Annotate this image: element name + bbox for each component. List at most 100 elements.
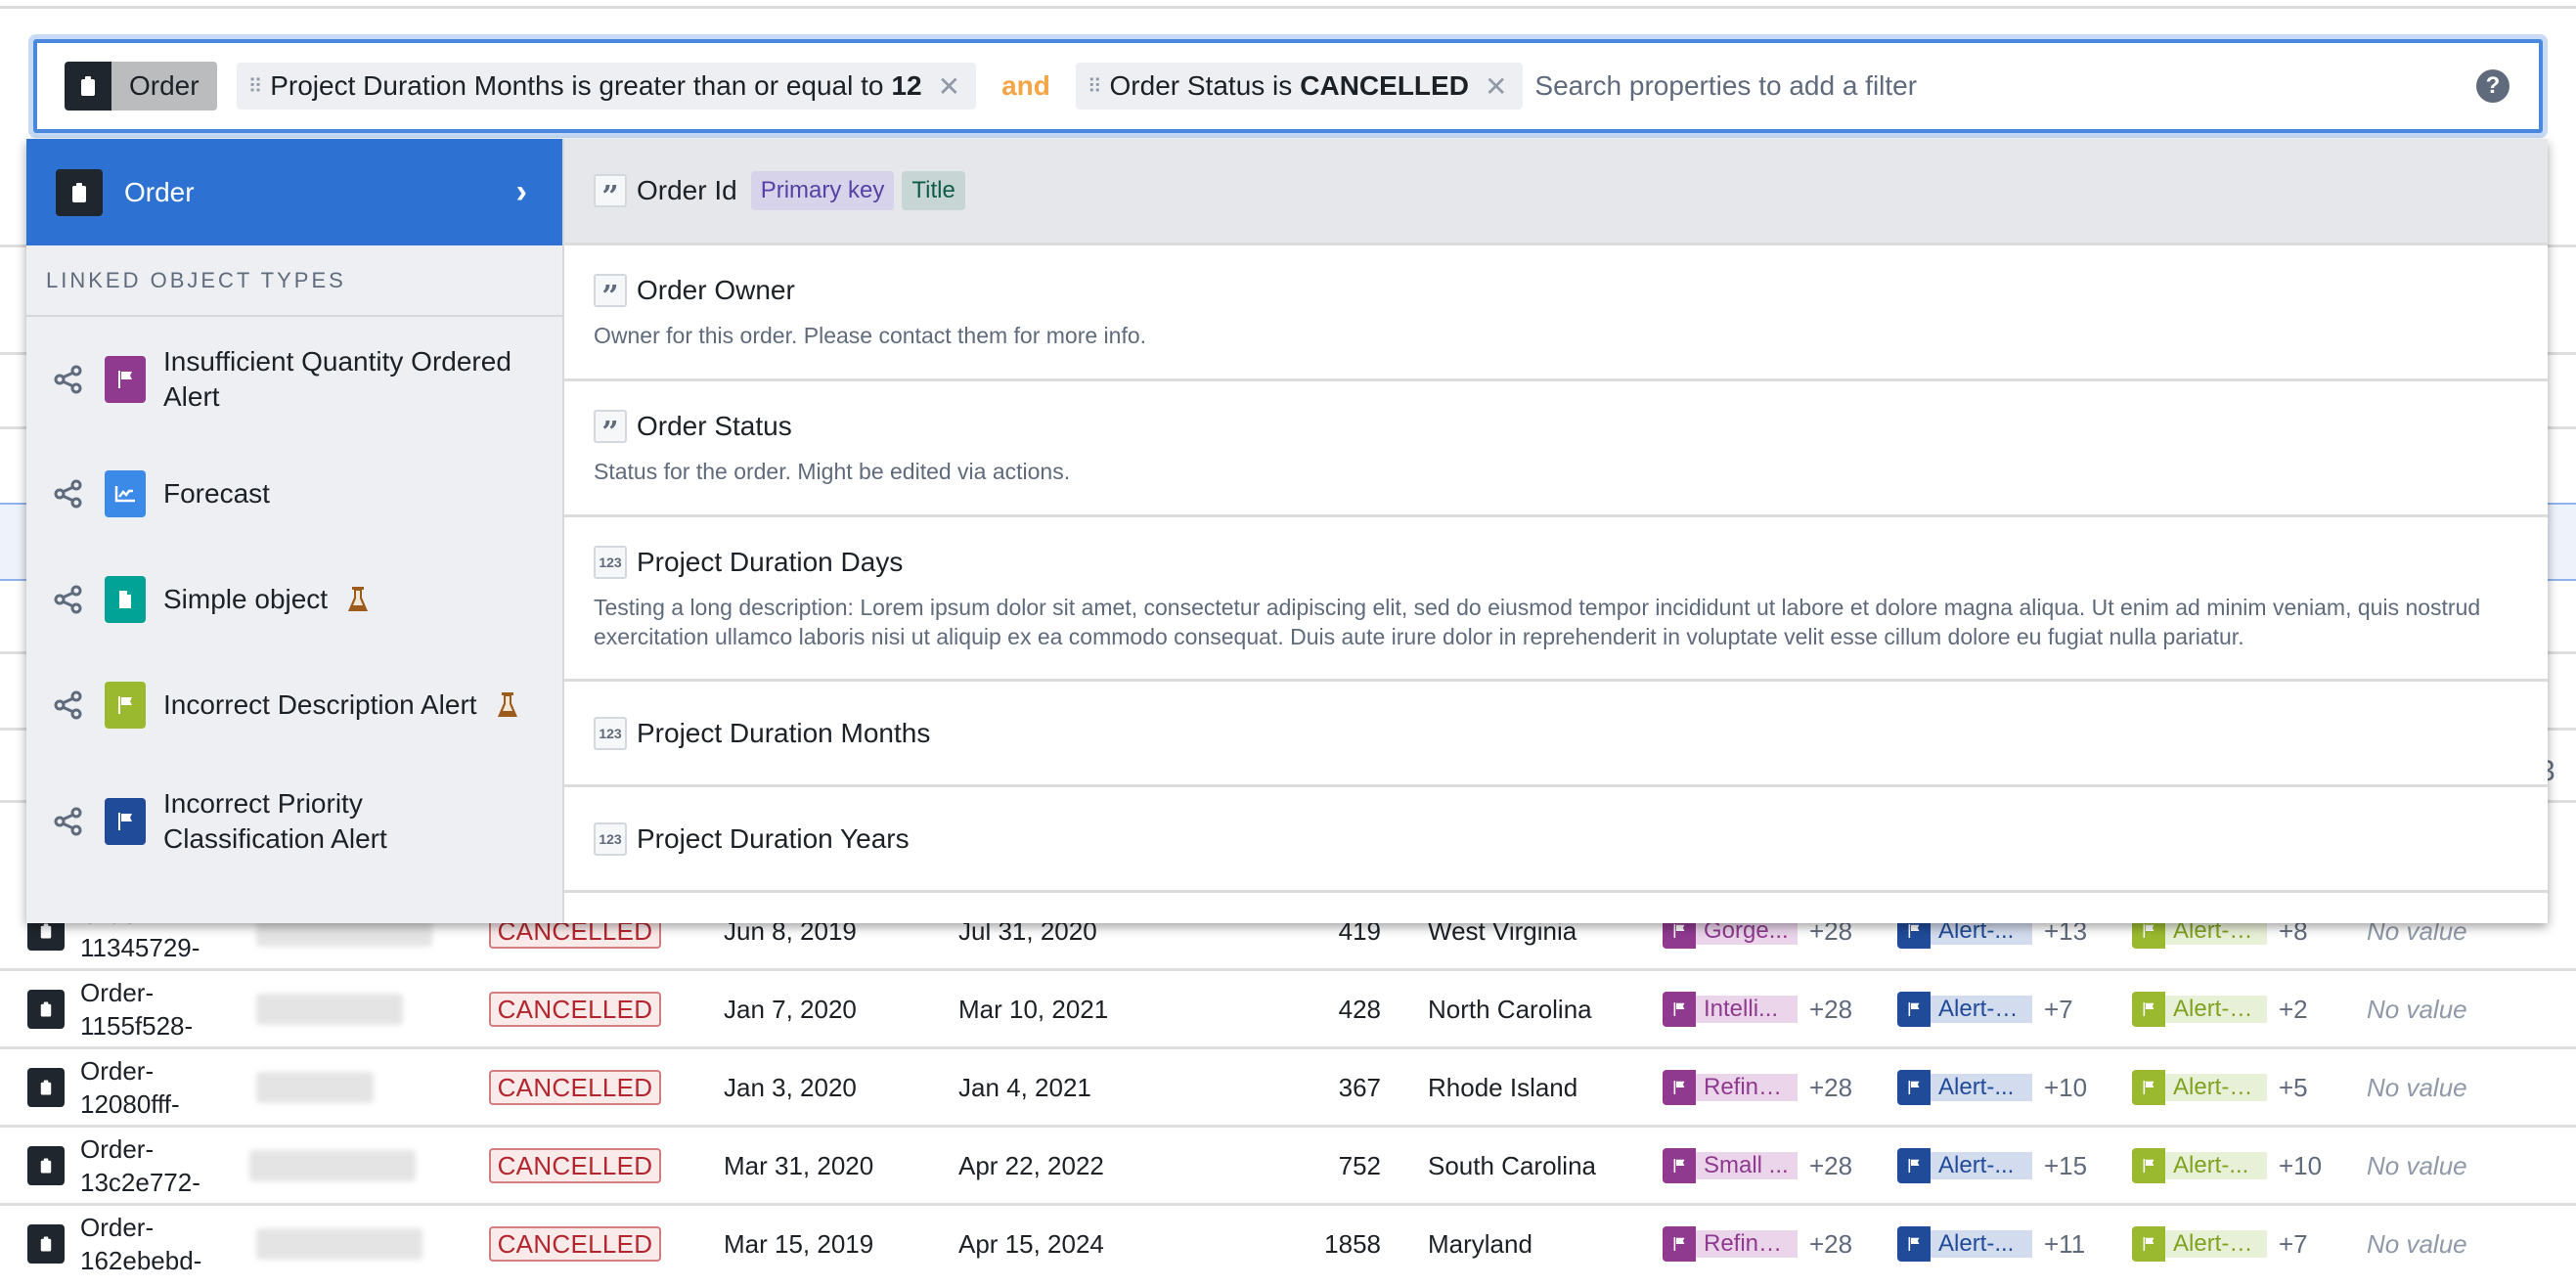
linked-object-tag[interactable]: Refine... [1663, 1226, 1798, 1262]
empty-value-cell: No value [2367, 994, 2467, 1024]
state-cell: South Carolina [1428, 1150, 1596, 1180]
more-count[interactable]: +10 [2279, 1151, 2322, 1181]
number-type-icon: 123 [594, 716, 627, 750]
clipboard-icon [27, 1224, 65, 1264]
filter-bar[interactable]: Order ⠿ Project Duration Months is great… [33, 39, 2543, 133]
more-count[interactable]: +7 [2044, 995, 2073, 1025]
table-row[interactable]: Order- 12080fff- CANCELLED Jan 3, 2020 Jan 4… [0, 1048, 2576, 1127]
flag-icon [1663, 992, 1696, 1027]
clipboard-icon [65, 62, 111, 111]
remove-filter-icon[interactable]: ✕ [1485, 70, 1507, 103]
more-count[interactable]: +28 [1809, 995, 1852, 1025]
filter-chip-order-status[interactable]: ⠿ Order Status is CANCELLED ✕ [1075, 63, 1524, 110]
link-icon [54, 690, 83, 720]
table-row[interactable]: Order- 1155f528- CANCELLED Jan 7, 2020 Mar 1… [0, 970, 2576, 1048]
state-cell: North Carolina [1428, 994, 1592, 1024]
linked-object-tag[interactable]: Alert-... [1897, 1070, 2032, 1105]
linked-alerts-cell: Alert-... +10 [1897, 1070, 2087, 1105]
flag-icon [1897, 992, 1931, 1027]
linked-object-type-item[interactable]: Forecast [26, 441, 562, 547]
linked-alerts-cell: Alert-... +15 [1897, 1148, 2087, 1183]
clipboard-icon [56, 168, 103, 216]
end-date-cell: Apr 15, 2024 [958, 1228, 1104, 1259]
order-id-cell[interactable]: Order- 162ebebd- [80, 1211, 201, 1277]
linked-object-type-item[interactable]: Incorrect Description Alert [26, 652, 562, 758]
conjunction-label[interactable]: and [1001, 70, 1050, 102]
start-date-cell: Jan 3, 2020 [724, 1072, 857, 1102]
property-item[interactable]: 123 Project Duration Years [564, 787, 2548, 893]
linked-object-tag[interactable]: Alert-... [1897, 1226, 2032, 1262]
linked-object-tag[interactable]: Intelli... [1663, 992, 1798, 1027]
linked-object-tag[interactable]: Alert-55... [1897, 992, 2032, 1027]
more-count[interactable]: +2 [2279, 995, 2308, 1025]
duration-days-cell: 367 [1338, 1072, 1381, 1102]
linked-object-tag[interactable]: Refine... [1663, 1070, 1798, 1105]
chevron-right-icon: › [515, 173, 527, 210]
string-type-icon: ” [594, 274, 627, 314]
more-count[interactable]: +7 [2279, 1229, 2308, 1260]
drag-handle-icon[interactable]: ⠿ [1088, 74, 1102, 99]
selected-object-type[interactable]: Order › [26, 139, 562, 245]
property-item[interactable]: ” Order Owner Owner for this order. Please… [564, 245, 2548, 381]
help-icon[interactable]: ? [2476, 69, 2509, 103]
flag-icon [105, 355, 146, 403]
property-item[interactable]: ” Order Status Status for the order. Might… [564, 381, 2548, 517]
linked-object-type-label: Incorrect Priority Classification Alert [163, 788, 387, 854]
linked-object-type-item[interactable]: Simple object [26, 547, 562, 652]
linked-object-tag[interactable]: Small ... [1663, 1148, 1798, 1183]
table-row[interactable]: Order- 162ebebd- CANCELLED Mar 15, 2019 Apr … [0, 1205, 2576, 1283]
linked-object-type-label: Simple object [163, 584, 329, 614]
flag-icon [2132, 1226, 2165, 1262]
empty-value-cell: No value [2367, 1150, 2467, 1180]
more-count[interactable]: +15 [2044, 1151, 2087, 1181]
more-count[interactable]: +11 [2044, 1229, 2085, 1260]
more-count[interactable]: +5 [2279, 1073, 2308, 1103]
more-count[interactable]: +28 [1809, 1229, 1852, 1260]
start-date-cell: Jan 7, 2020 [724, 994, 857, 1024]
object-type-label: Order [124, 176, 195, 207]
order-id-cell[interactable]: Order- 1155f528- [80, 976, 193, 1043]
end-date-cell: Apr 22, 2022 [958, 1150, 1104, 1180]
linked-object-type-label: Forecast [163, 478, 270, 509]
string-type-icon: ” [594, 174, 627, 214]
property-item[interactable]: 123 Project Duration Months [564, 682, 2548, 787]
flag-icon [1663, 1148, 1696, 1183]
duration-days-cell: 1858 [1324, 1228, 1381, 1259]
end-date-cell: Mar 10, 2021 [958, 994, 1109, 1024]
linked-object-tag[interactable]: Alert-df... [2132, 992, 2267, 1027]
object-type-chip[interactable]: Order [65, 62, 217, 111]
order-id-cell[interactable]: Order- 13c2e772- [80, 1132, 200, 1199]
linked-object-tag[interactable]: Alert-9... [2132, 1226, 2267, 1262]
redacted-cell [256, 994, 403, 1025]
linked-alerts-cell: Alert-f2... +5 [2132, 1070, 2308, 1105]
linked-object-type-item[interactable]: Insufficient Quantity Ordered Alert [26, 317, 562, 441]
redacted-cell [256, 1072, 374, 1103]
property-search-input[interactable] [1534, 70, 2476, 102]
linked-object-type-item[interactable]: Incorrect Priority Classification Alert [26, 758, 562, 885]
more-count[interactable]: +28 [1809, 1151, 1852, 1181]
number-type-icon: 123 [594, 821, 627, 856]
linked-object-tag[interactable]: Alert-... [1897, 1148, 2032, 1183]
property-item[interactable]: ” Order Id Primary key Title [564, 139, 2548, 245]
filter-value: 12 [891, 70, 922, 101]
more-count[interactable]: +28 [1809, 1073, 1852, 1103]
remove-filter-icon[interactable]: ✕ [938, 70, 960, 103]
linked-object-types-heading: LINKED OBJECT TYPES [26, 245, 562, 317]
string-type-icon: ” [594, 410, 627, 450]
property-item[interactable]: 123 Project Duration Days Testing a long d… [564, 517, 2548, 682]
filter-chip-duration-months[interactable]: ⠿ Project Duration Months is greater tha… [236, 63, 977, 110]
linked-object-tag[interactable]: Alert-f2... [2132, 1070, 2267, 1105]
more-count[interactable]: +10 [2044, 1073, 2087, 1103]
order-id-cell[interactable]: Order- 12080fff- [80, 1054, 180, 1121]
end-date-cell: Jan 4, 2021 [958, 1072, 1091, 1102]
empty-value-cell: No value [2367, 1228, 2467, 1259]
number-type-icon: 123 [594, 545, 627, 579]
flag-icon [105, 682, 146, 729]
link-icon [54, 479, 83, 509]
property-name: Project Duration Months [637, 717, 931, 748]
linked-alerts-cell: Intelli... +28 [1663, 992, 1852, 1027]
flag-icon [2132, 1070, 2165, 1105]
linked-object-tag[interactable]: Alert-... [2132, 1148, 2267, 1183]
drag-handle-icon[interactable]: ⠿ [248, 74, 263, 99]
table-row[interactable]: Order- 13c2e772- CANCELLED Mar 31, 2020 Apr … [0, 1127, 2576, 1205]
